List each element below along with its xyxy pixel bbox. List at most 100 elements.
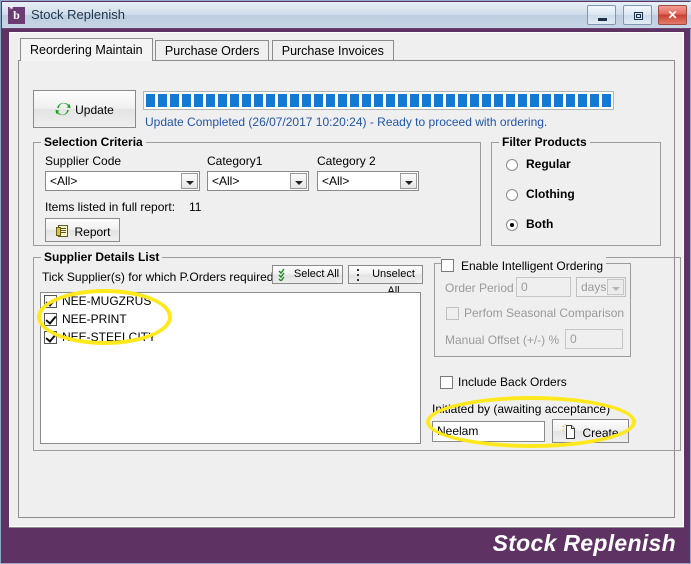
filter-products-legend: Filter Products	[499, 135, 590, 149]
report-button-content: Report	[46, 223, 119, 239]
update-button-label: Update	[75, 103, 114, 117]
select-all-icon	[278, 268, 285, 281]
list-item[interactable]: NEE-MUGZRUS	[41, 293, 420, 311]
tab-panel-reordering-maintain: Update Update Completed (26/07/2017 10:2…	[18, 60, 681, 518]
checkbox-icon	[440, 376, 453, 389]
checkbox-icon	[446, 307, 459, 320]
selection-criteria-group: Selection Criteria Supplier Code <All> C…	[33, 135, 481, 246]
supplier-list[interactable]: NEE-MUGZRUS NEE-PRINT NEE-STEELCITY	[40, 292, 421, 444]
category1-label: Category1	[207, 154, 263, 168]
chevron-down-icon[interactable]	[607, 279, 624, 295]
new-document-icon	[562, 424, 576, 439]
tab-label: Purchase Invoices	[281, 44, 384, 58]
tab-reordering-maintain[interactable]: Reordering Maintain	[20, 38, 153, 61]
tab-label: Reordering Maintain	[30, 43, 143, 57]
supplier-name: NEE-STEELCITY	[62, 330, 157, 344]
update-button[interactable]: Update	[33, 90, 136, 128]
refresh-icon	[55, 102, 71, 116]
create-button[interactable]: Create	[552, 419, 629, 443]
items-listed-label: Items listed in full report:	[45, 200, 176, 214]
supplier-code-combo[interactable]: <All>	[45, 171, 200, 191]
enable-intelligent-ordering-checkbox[interactable]	[441, 258, 457, 272]
restore-icon	[633, 12, 643, 20]
restore-button[interactable]	[622, 5, 652, 25]
items-listed-count: 11	[189, 200, 202, 214]
category1-combo[interactable]: <All>	[207, 171, 309, 191]
title-bar: * b Stock Replenish ✕	[2, 2, 691, 29]
perform-seasonal-comparison-label: Perfom Seasonal Comparison	[464, 306, 625, 320]
create-button-content: Create	[553, 424, 628, 440]
supplier-name: NEE-MUGZRUS	[62, 294, 152, 308]
list-item[interactable]: NEE-PRINT	[41, 311, 420, 329]
checkbox-checked-icon[interactable]	[44, 295, 57, 308]
supplier-code-label: Supplier Code	[45, 154, 122, 168]
minimize-icon	[598, 18, 608, 21]
radio-icon-selected	[506, 219, 518, 231]
footer-brand: Stock Replenish	[492, 530, 676, 556]
radio-label: Regular	[526, 157, 571, 171]
update-button-content: Update	[34, 101, 135, 117]
order-period-label: Order Period	[445, 281, 514, 295]
manual-offset-value: 0	[570, 332, 577, 346]
category2-label: Category 2	[317, 154, 376, 168]
client-area: Reordering Maintain Purchase Orders Purc…	[9, 32, 684, 527]
checkbox-checked-icon[interactable]	[44, 331, 57, 344]
manual-offset-label: Manual Offset (+/-) %	[445, 333, 560, 347]
order-period-value: 0	[521, 280, 528, 294]
category1-value: <All>	[212, 174, 240, 188]
checkbox-checked-icon[interactable]	[44, 313, 57, 326]
application-window: * b Stock Replenish ✕ Reordering Maintain…	[0, 0, 691, 564]
list-item[interactable]: NEE-STEELCITY	[41, 329, 420, 347]
filter-products-group: Filter Products Regular Clothing Both	[491, 135, 661, 246]
supplier-name: NEE-PRINT	[62, 312, 127, 326]
close-icon: ✕	[667, 8, 678, 22]
radio-label: Both	[526, 217, 554, 231]
initiated-by-value: Neelam	[437, 424, 479, 438]
selection-criteria-legend: Selection Criteria	[41, 135, 146, 149]
tab-strip: Reordering Maintain Purchase Orders Purc…	[20, 38, 394, 61]
status-text: Update Completed (26/07/2017 10:20:24) -…	[145, 115, 548, 129]
chevron-down-icon[interactable]	[400, 173, 417, 189]
select-all-label: Select All	[293, 268, 340, 280]
radio-icon	[506, 159, 518, 171]
select-all-button[interactable]: Select All	[272, 265, 343, 284]
category2-value: <All>	[322, 174, 350, 188]
report-document-icon	[56, 225, 69, 237]
initiated-by-label: Initiated by (awaiting acceptance)	[432, 402, 611, 416]
report-button[interactable]: Report	[45, 218, 120, 242]
supplier-tick-instruction: Tick Supplier(s) for which P.Orders requ…	[42, 270, 277, 284]
window-title: Stock Replenish	[31, 7, 125, 22]
window-controls: ✕	[584, 5, 687, 26]
unselect-all-icon	[357, 269, 359, 281]
supplier-code-value: <All>	[50, 174, 78, 188]
enable-intelligent-ordering-label: Enable Intelligent Ordering	[461, 259, 604, 273]
initiated-by-input[interactable]: Neelam	[432, 421, 545, 442]
update-progress-bar	[143, 91, 614, 110]
order-period-unit-combo[interactable]: days	[576, 277, 626, 297]
minimize-button[interactable]	[587, 5, 617, 25]
order-period-unit-value: days	[581, 280, 607, 294]
supplier-details-group: Supplier Details List Tick Supplier(s) f…	[33, 250, 681, 451]
radio-icon	[506, 189, 518, 201]
unselect-all-button[interactable]: Unselect All	[348, 265, 423, 297]
app-b-icon: * b	[8, 4, 25, 24]
create-button-label: Create	[582, 426, 619, 440]
progress-fill	[146, 94, 611, 107]
chevron-down-icon[interactable]	[290, 173, 307, 189]
category2-combo[interactable]: <All>	[317, 171, 419, 191]
include-back-orders-label: Include Back Orders	[458, 375, 567, 389]
supplier-details-legend: Supplier Details List	[41, 250, 163, 264]
manual-offset-input[interactable]: 0	[565, 329, 623, 349]
tab-purchase-orders[interactable]: Purchase Orders	[154, 40, 270, 61]
enable-intelligent-ordering-legend: Enable Intelligent Ordering	[441, 256, 607, 273]
report-button-label: Report	[74, 225, 111, 239]
chevron-down-icon[interactable]	[181, 173, 198, 189]
tab-purchase-invoices[interactable]: Purchase Invoices	[271, 40, 394, 61]
close-button[interactable]: ✕	[658, 5, 687, 25]
order-period-input[interactable]: 0	[516, 277, 571, 297]
intelligent-ordering-group: Enable Intelligent Ordering Order Period…	[434, 256, 631, 357]
radio-label: Clothing	[526, 187, 575, 201]
tab-label: Purchase Orders	[164, 44, 260, 58]
checkbox-icon	[441, 259, 454, 272]
asterisk-glyph: *	[9, 4, 14, 14]
